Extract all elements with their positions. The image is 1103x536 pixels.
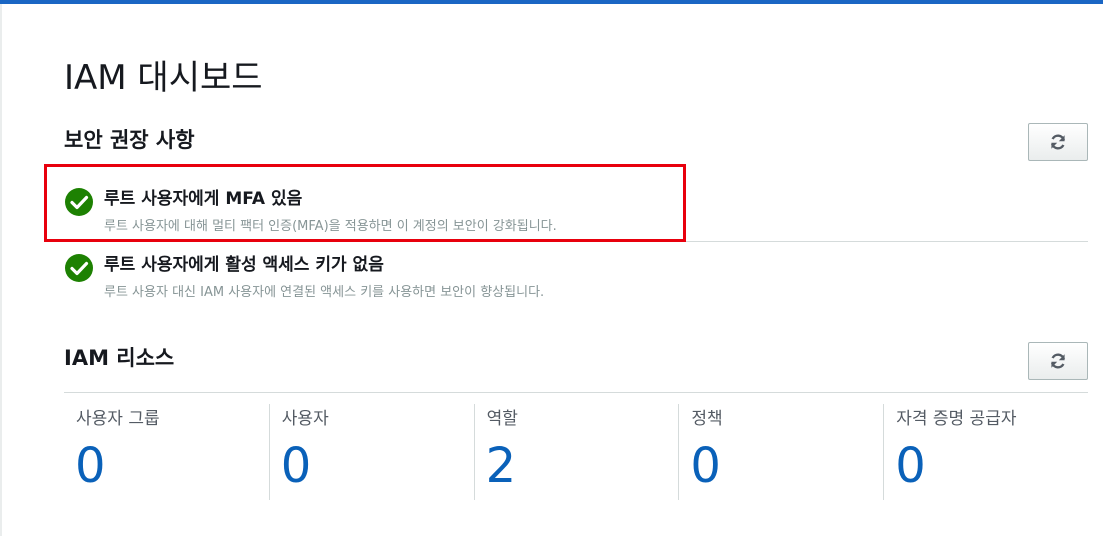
iam-resources-heading: IAM 리소스 xyxy=(64,346,175,370)
resource-count-link[interactable]: 0 xyxy=(690,438,721,496)
recommendation-description: 루트 사용자 대신 IAM 사용자에 연결된 액세스 키를 사용하면 보안이 향… xyxy=(104,285,545,300)
resources-refresh-button[interactable] xyxy=(1028,342,1088,380)
resource-user-groups: 사용자 그룹 0 xyxy=(64,404,269,500)
refresh-icon xyxy=(1048,132,1068,152)
resource-count-link[interactable]: 0 xyxy=(75,438,106,496)
resource-roles: 역할 2 xyxy=(473,404,679,500)
recommendations-refresh-button[interactable] xyxy=(1028,123,1088,161)
resource-label: 사용자 xyxy=(281,409,329,429)
resource-label: 자격 증명 공급자 xyxy=(896,409,1017,429)
recommendation-root-access-keys: 루트 사용자에게 활성 액세스 키가 없음 루트 사용자 대신 IAM 사용자에… xyxy=(64,248,1088,308)
left-border xyxy=(0,4,2,536)
check-circle-icon xyxy=(64,253,94,283)
refresh-icon xyxy=(1048,351,1068,371)
resources-divider xyxy=(64,392,1088,393)
resource-count-link[interactable]: 0 xyxy=(281,438,312,496)
recommendation-title: 루트 사용자에게 활성 액세스 키가 없음 xyxy=(104,255,384,275)
resource-label: 정책 xyxy=(691,409,723,429)
resource-policies: 정책 0 xyxy=(678,404,883,500)
resource-counts: 사용자 그룹 0 사용자 0 역할 2 정책 0 자격 증명 공급자 0 xyxy=(64,404,1088,500)
resource-count-link[interactable]: 2 xyxy=(486,438,517,496)
resource-label: 사용자 그룹 xyxy=(76,409,160,429)
page-title: IAM 대시보드 xyxy=(64,58,263,98)
resource-identity-providers: 자격 증명 공급자 0 xyxy=(883,404,1088,500)
resource-label: 역할 xyxy=(486,409,518,429)
resource-count-link[interactable]: 0 xyxy=(895,438,926,496)
highlight-annotation-box xyxy=(44,164,686,242)
top-accent-bar xyxy=(0,0,1103,4)
security-recommendations-heading: 보안 권장 사항 xyxy=(64,128,195,152)
resource-users: 사용자 0 xyxy=(268,404,474,500)
